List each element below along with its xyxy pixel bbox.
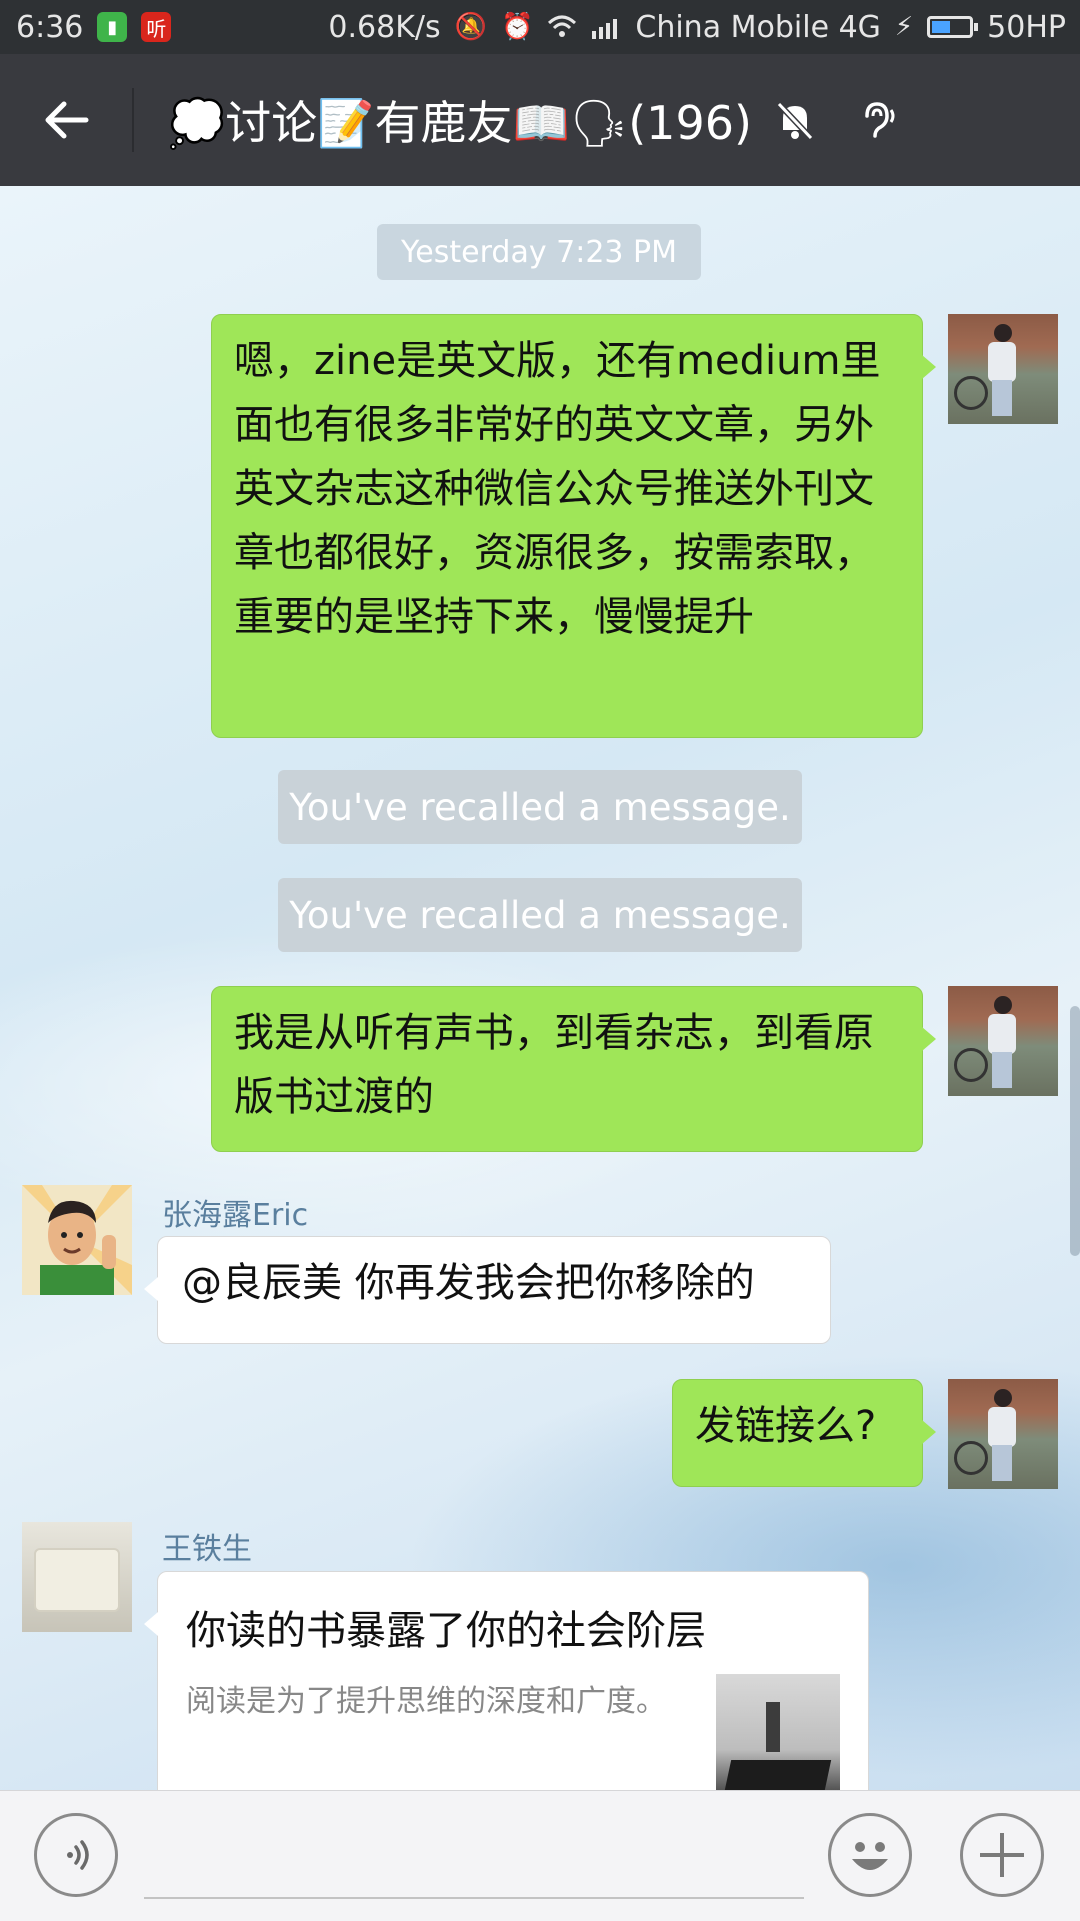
carrier-label: China Mobile 4G	[635, 9, 881, 45]
charging-icon: ⚡	[894, 12, 914, 42]
timestamp-divider: Yesterday 7:23 PM	[377, 224, 701, 280]
signal-icon	[592, 19, 618, 39]
my-avatar[interactable]	[948, 1379, 1058, 1489]
message-input[interactable]	[144, 1897, 804, 1899]
plus-icon	[980, 1833, 1024, 1877]
ting-app-icon: 听	[141, 12, 172, 42]
link-description: 阅读是为了提升思维的深度和广度。	[186, 1684, 666, 1719]
wifi-icon	[548, 15, 577, 37]
header-divider	[132, 88, 134, 152]
avatar-wang[interactable]	[22, 1522, 132, 1632]
recall-notice: You've recalled a message.	[278, 878, 802, 952]
network-speed: 0.68K/s	[328, 9, 441, 45]
mute-bell-icon: 🔕	[454, 12, 488, 42]
back-button[interactable]	[0, 54, 132, 186]
avatar-eric[interactable]	[22, 1185, 132, 1295]
status-bar: 6:36 ▮ 听 0.68K/s 🔕 ⏰ China Mobile 4G ⚡ 5…	[0, 0, 1080, 54]
mute-notifications-icon	[760, 85, 830, 155]
link-title: 你读的书暴露了你的社会阶层	[186, 1608, 706, 1654]
scrollbar[interactable]	[1070, 1006, 1080, 1256]
message-bubble-me[interactable]: 发链接么?	[672, 1379, 936, 1487]
link-card[interactable]: 你读的书暴露了你的社会阶层 阅读是为了提升思维的深度和广度。	[144, 1571, 869, 1790]
voice-icon	[67, 1840, 89, 1870]
message-bubble-me[interactable]: 嗯，zine是英文版，还有medium里面也有很多非常好的英文文章，另外英文杂志…	[211, 314, 936, 738]
emoji-button[interactable]	[828, 1813, 912, 1897]
more-options-button[interactable]	[960, 1813, 1044, 1897]
battery-fill	[932, 21, 951, 33]
smiley-icon	[852, 1842, 888, 1870]
sender-name: 王铁生	[162, 1532, 252, 1567]
back-arrow-icon	[45, 101, 89, 139]
my-avatar[interactable]	[948, 314, 1058, 424]
battery-label: 50HP	[987, 9, 1066, 45]
chat-header: 💭讨论📝有鹿友📖🗣(196)	[0, 54, 1080, 186]
message-bubble-other[interactable]: @良辰美 你再发我会把你移除的	[144, 1236, 831, 1344]
voice-input-button[interactable]	[34, 1813, 118, 1897]
battery-icon	[927, 16, 979, 38]
sender-name: 张海露Eric	[162, 1198, 309, 1233]
chat-area[interactable]: Yesterday 7:23 PM 嗯，zine是英文版，还有medium里面也…	[0, 186, 1080, 1790]
link-thumbnail	[716, 1674, 840, 1790]
message-bubble-me[interactable]: 我是从听有声书，到看杂志，到看原版书过渡的	[211, 986, 936, 1152]
sim-app-icon: ▮	[97, 12, 128, 42]
my-avatar[interactable]	[948, 986, 1058, 1096]
status-time: 6:36	[16, 9, 84, 45]
recall-notice: You've recalled a message.	[278, 770, 802, 844]
input-bar	[0, 1790, 1080, 1921]
group-title: 💭讨论📝有鹿友📖🗣(196)	[168, 96, 752, 150]
alarm-icon: ⏰	[501, 12, 534, 42]
ear-mode-icon[interactable]	[842, 85, 912, 155]
